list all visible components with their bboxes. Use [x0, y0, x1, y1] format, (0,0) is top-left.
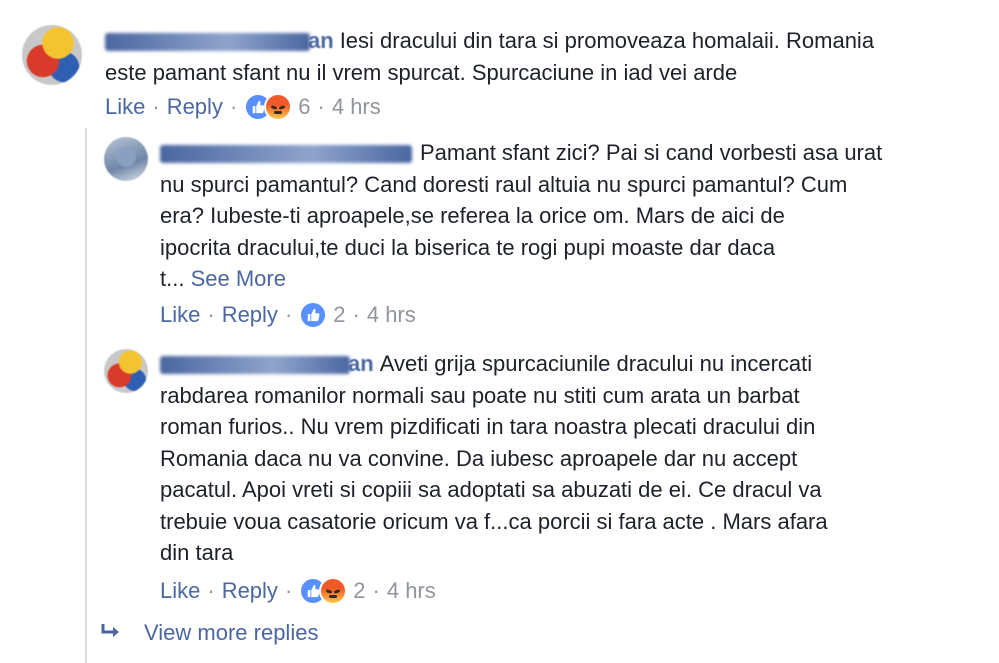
avatar[interactable] [104, 137, 148, 181]
reply-button[interactable]: Reply [222, 578, 278, 604]
comment-body: Pamant sfant zici? Pai si cand vorbesti … [160, 137, 990, 295]
comment-text-line: t... [160, 266, 185, 291]
see-more-link[interactable]: See More [191, 266, 286, 291]
comment-text-line: ipocrita dracului,te duci la biserica te… [160, 234, 776, 260]
thread-line [85, 128, 87, 663]
like-button[interactable]: Like [160, 578, 200, 604]
reply-button[interactable]: Reply [167, 94, 223, 120]
reply-button[interactable]: Reply [222, 302, 278, 328]
comment-text-line: Pamant sfant zici? Pai si cand vorbesti … [420, 140, 883, 165]
reactions[interactable] [244, 93, 293, 121]
reaction-count[interactable]: 6 [298, 94, 310, 120]
author-name[interactable] [160, 356, 350, 375]
comment-text-line: Aveti grija spurcaciunile dracului nu in… [379, 351, 813, 376]
reaction-count[interactable]: 2 [353, 578, 365, 604]
author-name[interactable] [160, 145, 412, 164]
separator-dot: · [229, 94, 238, 119]
comment-actions: Like · Reply · 2 · 4 hrs [160, 577, 436, 605]
separator-dot: · [207, 578, 215, 603]
avatar[interactable] [104, 349, 148, 393]
separator-dot: · [372, 578, 380, 603]
separator-dot: · [152, 94, 160, 119]
timestamp[interactable]: 4 hrs [387, 578, 436, 604]
comment-text-line: Iesi dracului din tara si promoveaza hom… [339, 28, 875, 53]
like-button[interactable]: Like [160, 302, 200, 328]
comment-text-line: roman furios.. Nu vrem pizdificati in ta… [160, 414, 816, 439]
view-more-replies[interactable]: View more replies [100, 620, 318, 646]
separator-dot: · [207, 302, 215, 327]
timestamp[interactable]: 4 hrs [367, 302, 416, 328]
angry-icon [264, 93, 293, 121]
reply-arrow-icon [100, 620, 122, 646]
separator-dot: · [352, 302, 360, 327]
reaction-count[interactable]: 2 [333, 302, 345, 328]
author-name-end[interactable]: an [348, 351, 374, 376]
comment-body: an Iesi dracului din tara si promoveaza h… [105, 25, 985, 88]
separator-dot: · [317, 94, 325, 119]
author-name[interactable] [105, 33, 310, 52]
comment-actions: Like · Reply · 2 · 4 hrs [160, 301, 416, 329]
timestamp[interactable]: 4 hrs [332, 94, 381, 120]
reactions[interactable] [299, 577, 348, 605]
comment-text-line: nu spurci pamantul? Cand doresti raul al… [160, 171, 848, 197]
author-name-end[interactable]: an [308, 28, 334, 53]
separator-dot: · [284, 302, 293, 327]
view-more-replies-label[interactable]: View more replies [144, 620, 318, 646]
comment-body: an Aveti grija spurcaciunile dracului nu … [160, 348, 990, 569]
comment-text-line: din tara [160, 540, 234, 565]
comment-text-line: era? Iubeste-ti aproapele,se referea la … [160, 203, 785, 228]
comment-text-line: pacatul. Apoi vreti si copiii sa adoptat… [160, 477, 822, 502]
comment-text-line: este pamant sfant nu il vrem spurcat. Sp… [105, 59, 738, 85]
separator-dot: · [284, 578, 293, 603]
angry-icon [319, 577, 348, 605]
avatar[interactable] [22, 25, 82, 85]
comment-text-line: trebuie voua casatorie oricum va f...ca … [160, 508, 828, 534]
reactions[interactable] [299, 301, 328, 329]
comment-text-line: Romania daca nu va convine. Da iubesc ap… [160, 445, 798, 471]
comment-text-line: rabdarea romanilor normali sau poate nu … [160, 382, 800, 408]
comment-actions: Like · Reply · 6 · 4 hrs [105, 93, 381, 121]
like-button[interactable]: Like [105, 94, 145, 120]
like-icon [299, 301, 328, 329]
